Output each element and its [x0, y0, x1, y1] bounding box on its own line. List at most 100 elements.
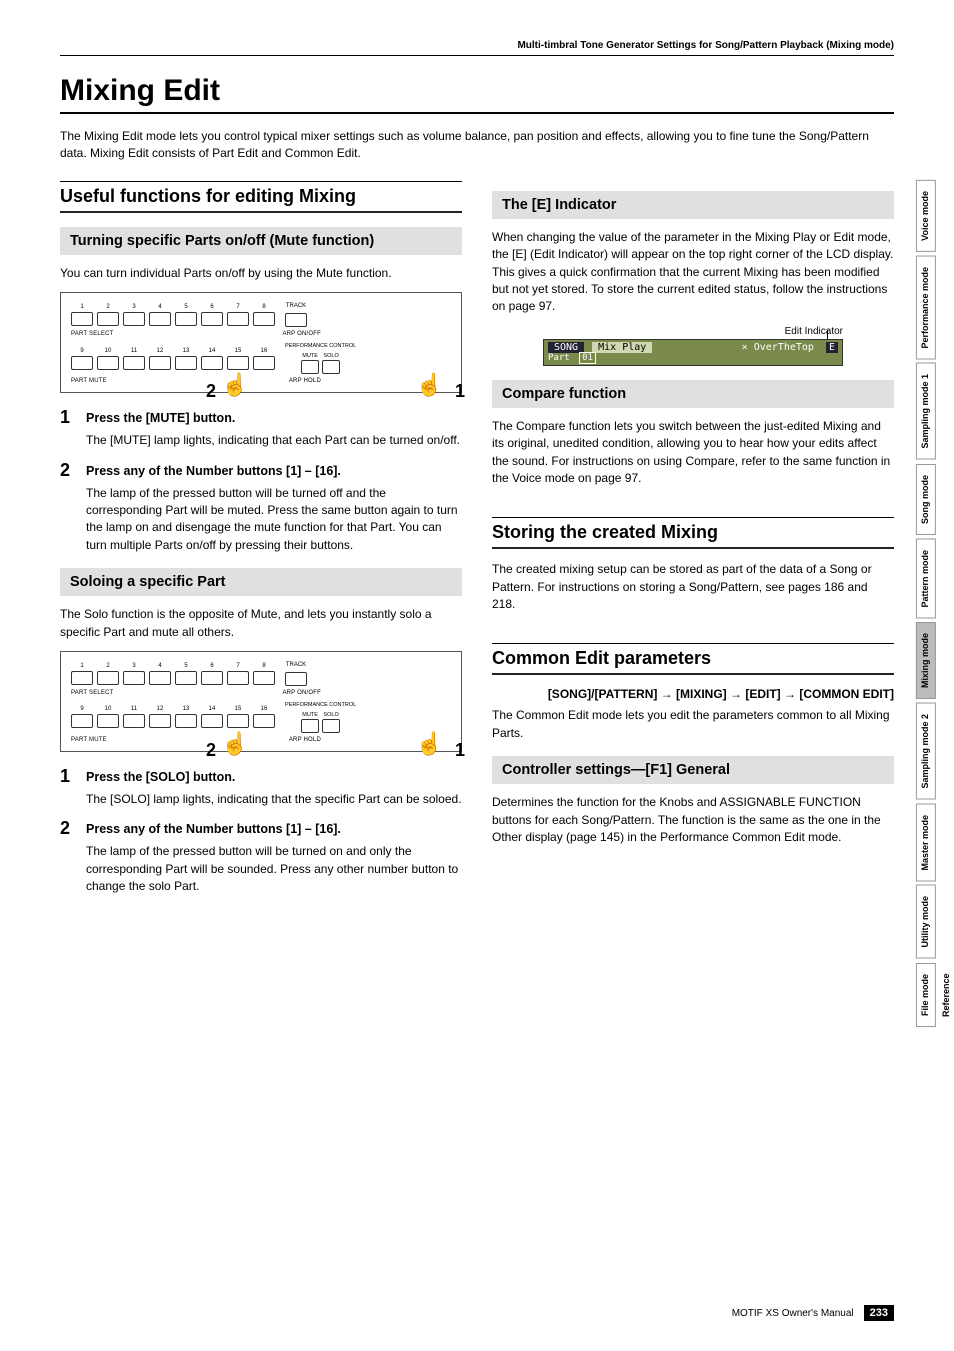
number-button-8[interactable]: 8 [253, 663, 275, 685]
number-button-11[interactable]: 11 [123, 348, 145, 370]
number-button-13[interactable]: 13 [175, 348, 197, 370]
number-button[interactable] [97, 671, 119, 685]
number-button[interactable] [253, 714, 275, 728]
number-button-8[interactable]: 8 [253, 304, 275, 326]
mute-button[interactable] [301, 719, 319, 733]
mute-button[interactable] [301, 360, 319, 374]
number-button-6[interactable]: 6 [201, 304, 223, 326]
page-number: 233 [864, 1305, 894, 1321]
label-track: TRACK [286, 303, 306, 309]
number-button[interactable] [123, 671, 145, 685]
number-button-16[interactable]: 16 [253, 348, 275, 370]
common-body: The Common Edit mode lets you edit the p… [492, 707, 894, 742]
label-track: TRACK [286, 662, 306, 668]
number-button-7[interactable]: 7 [227, 304, 249, 326]
number-button[interactable] [253, 356, 275, 370]
number-button[interactable] [175, 312, 197, 326]
side-tab-mixing-mode[interactable]: Mixing mode [916, 622, 936, 699]
number-button-12[interactable]: 12 [149, 348, 171, 370]
number-button[interactable] [71, 356, 93, 370]
number-button[interactable] [201, 714, 223, 728]
number-button[interactable] [253, 671, 275, 685]
side-tab-voice-mode[interactable]: Voice mode [916, 180, 936, 252]
number-button[interactable] [201, 356, 223, 370]
number-button-2[interactable]: 2 [97, 663, 119, 685]
number-button-4[interactable]: 4 [149, 304, 171, 326]
number-button-9[interactable]: 9 [71, 348, 93, 370]
solo-button[interactable] [322, 719, 340, 733]
number-button-15[interactable]: 15 [227, 706, 249, 728]
number-button[interactable] [201, 312, 223, 326]
number-button-11[interactable]: 11 [123, 706, 145, 728]
number-button-15[interactable]: 15 [227, 348, 249, 370]
number-button-2[interactable]: 2 [97, 304, 119, 326]
number-button[interactable] [201, 671, 223, 685]
number-button-1[interactable]: 1 [71, 663, 93, 685]
h3-solo: Soloing a specific Part [60, 568, 462, 596]
h2-useful-functions: Useful functions for editing Mixing [60, 182, 462, 211]
step-number: 2 [60, 818, 76, 839]
number-button-5[interactable]: 5 [175, 663, 197, 685]
number-button[interactable] [71, 312, 93, 326]
number-button[interactable] [149, 671, 171, 685]
number-button[interactable] [227, 312, 249, 326]
number-button[interactable] [123, 312, 145, 326]
number-button[interactable] [175, 356, 197, 370]
side-tab-sampling-mode-1[interactable]: Sampling mode 1 [916, 363, 936, 460]
number-button-14[interactable]: 14 [201, 348, 223, 370]
number-button-10[interactable]: 10 [97, 706, 119, 728]
side-tab-file-mode[interactable]: File mode [916, 963, 936, 1027]
number-button[interactable] [123, 356, 145, 370]
lcd-caption: Edit Indicator [543, 326, 843, 337]
number-button[interactable] [71, 671, 93, 685]
solo-button[interactable] [322, 360, 340, 374]
label-arp-hold: ARP HOLD [289, 737, 321, 743]
number-button-13[interactable]: 13 [175, 706, 197, 728]
callout-1: 1 [455, 740, 465, 761]
number-button[interactable] [175, 714, 197, 728]
number-button-9[interactable]: 9 [71, 706, 93, 728]
step-number: 1 [60, 766, 76, 787]
number-button[interactable] [175, 671, 197, 685]
number-button-10[interactable]: 10 [97, 348, 119, 370]
number-button[interactable] [149, 312, 171, 326]
number-button[interactable] [253, 312, 275, 326]
number-button-3[interactable]: 3 [123, 304, 145, 326]
side-tab-master-mode[interactable]: Master mode [916, 804, 936, 882]
step-title: Press the [MUTE] button. [86, 411, 235, 428]
number-label: 12 [157, 348, 164, 354]
number-button[interactable] [149, 356, 171, 370]
number-button-5[interactable]: 5 [175, 304, 197, 326]
number-button[interactable] [227, 356, 249, 370]
side-tab-sampling-mode-2[interactable]: Sampling mode 2 [916, 703, 936, 800]
side-tab-song-mode[interactable]: Song mode [916, 464, 936, 535]
side-tab-performance-mode[interactable]: Performance mode [916, 256, 936, 360]
number-button-6[interactable]: 6 [201, 663, 223, 685]
number-button[interactable] [71, 714, 93, 728]
h3-controller: Controller settings—[F1] General [492, 756, 894, 784]
number-button-4[interactable]: 4 [149, 663, 171, 685]
number-button[interactable] [227, 714, 249, 728]
side-tab-utility-mode[interactable]: Utility mode [916, 885, 936, 959]
number-button[interactable] [97, 312, 119, 326]
number-button[interactable] [227, 671, 249, 685]
number-button-3[interactable]: 3 [123, 663, 145, 685]
number-button-14[interactable]: 14 [201, 706, 223, 728]
number-button-12[interactable]: 12 [149, 706, 171, 728]
number-button[interactable] [149, 714, 171, 728]
side-tab-pattern-mode[interactable]: Pattern mode [916, 539, 936, 619]
number-button-16[interactable]: 16 [253, 706, 275, 728]
lcd-part-num: 01 [579, 352, 596, 364]
number-button[interactable] [97, 714, 119, 728]
number-button-7[interactable]: 7 [227, 663, 249, 685]
number-button[interactable] [123, 714, 145, 728]
label-part-select: PART SELECT [71, 690, 114, 696]
number-label: 3 [132, 304, 135, 310]
track-button[interactable] [285, 672, 307, 686]
number-button-1[interactable]: 1 [71, 304, 93, 326]
track-button[interactable] [285, 313, 307, 327]
hand-point-icon: ☝ [416, 731, 443, 757]
number-button[interactable] [97, 356, 119, 370]
label-arp-onoff: ARP ON/OFF [282, 331, 321, 337]
number-label: 5 [184, 663, 187, 669]
